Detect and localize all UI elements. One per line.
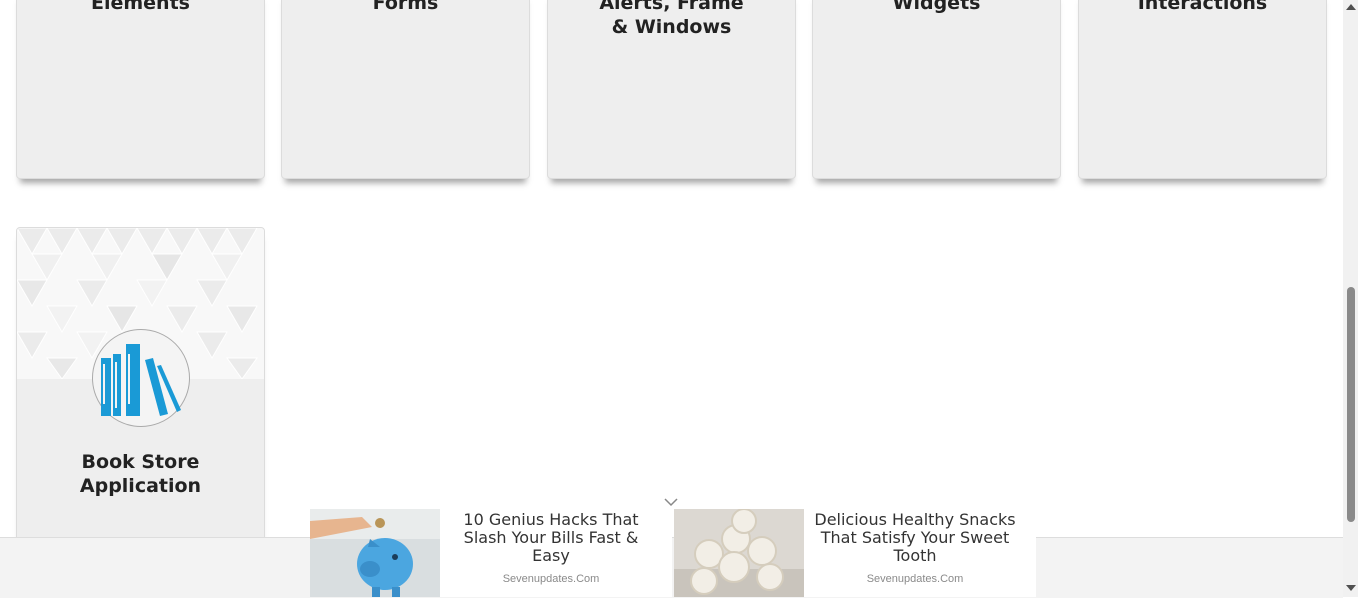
ad-item[interactable]: Delicious Healthy Snacks That Satisfy Yo…: [674, 509, 1036, 597]
ad-title[interactable]: 10 Genius Hacks That Slash Your Bills Fa…: [446, 511, 656, 565]
card-title-alerts: Alerts, Frame & Windows: [599, 0, 744, 38]
scroll-down-icon[interactable]: [1346, 585, 1356, 591]
scroll-up-icon[interactable]: [1346, 4, 1356, 10]
chevron-down-icon[interactable]: [664, 492, 678, 507]
ad-item[interactable]: 10 Genius Hacks That Slash Your Bills Fa…: [310, 509, 672, 597]
card-title-widgets: Widgets: [892, 0, 981, 14]
card-interactions[interactable]: Interactions: [1078, 0, 1327, 179]
card-title-book-store: Book Store Application: [79, 451, 202, 497]
ad-source: Sevenupdates.Com: [502, 573, 600, 585]
card-title-interactions: Interactions: [1137, 0, 1268, 14]
card-elements[interactable]: Elements: [16, 0, 265, 179]
card-forms[interactable]: Forms: [281, 0, 530, 179]
books-icon: [92, 329, 190, 427]
card-title-forms: Forms: [372, 0, 439, 14]
scrollbar-thumb[interactable]: [1347, 287, 1355, 522]
card-widgets[interactable]: Widgets: [812, 0, 1061, 179]
card-book-store-application[interactable]: Book Store Application: [16, 227, 265, 557]
ad-source: Sevenupdates.Com: [866, 573, 964, 585]
ad-title[interactable]: Delicious Healthy Snacks That Satisfy Yo…: [810, 511, 1020, 565]
piggy-bank-image[interactable]: [310, 509, 440, 597]
card-alerts-frame-windows[interactable]: Alerts, Frame & Windows: [547, 0, 796, 179]
vertical-scrollbar[interactable]: [1343, 0, 1358, 597]
card-title-elements: Elements: [91, 0, 190, 14]
coconut-balls-image[interactable]: [674, 509, 804, 597]
